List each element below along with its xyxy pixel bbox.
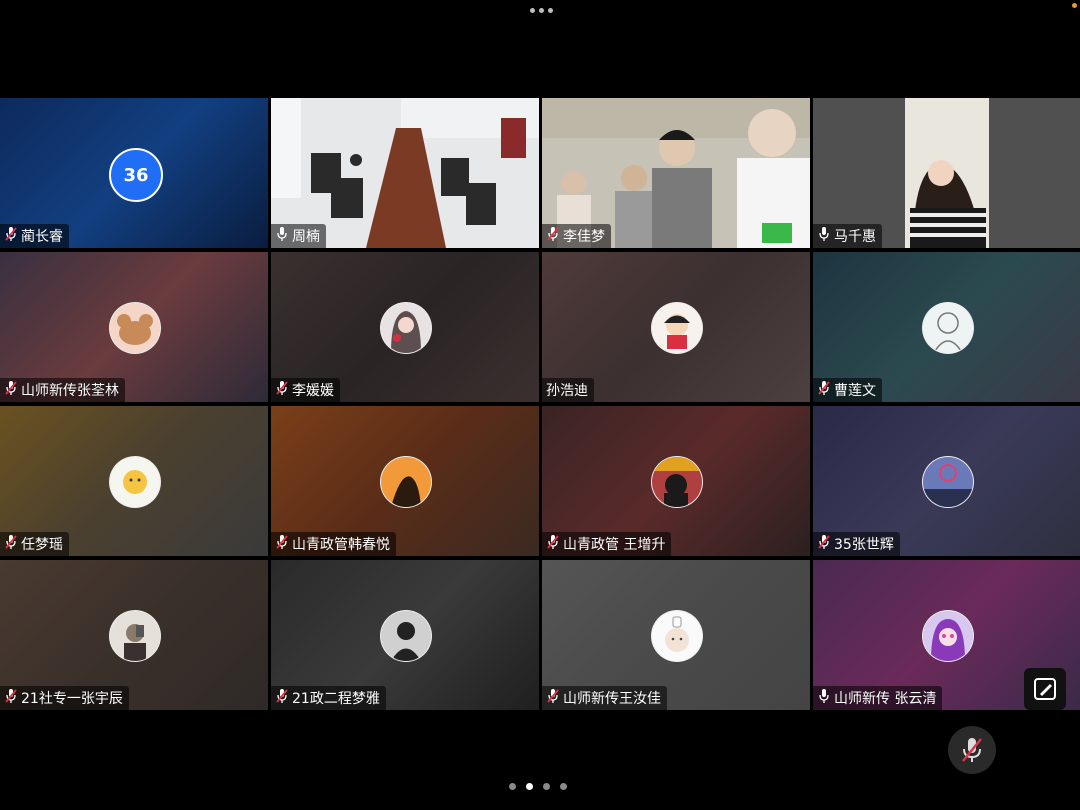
participant-label: 马千惠 [813, 224, 882, 248]
mic-muted-icon [546, 688, 560, 708]
participant-tile[interactable]: 35张世辉 [813, 406, 1080, 556]
participant-label: 山师新传张荃林 [0, 378, 125, 402]
participant-tile[interactable]: 山青政管 王增升 [542, 406, 810, 556]
avatar [651, 610, 703, 662]
more-options-icon[interactable] [530, 8, 553, 13]
participant-label: 周楠 [271, 224, 326, 248]
participant-name: 曹莲文 [834, 383, 876, 399]
participant-tile[interactable]: 李佳梦 [542, 98, 810, 248]
page-dot[interactable] [560, 783, 567, 790]
mute-button[interactable] [948, 726, 996, 774]
participant-name: 孙浩迪 [546, 383, 588, 399]
mic-muted-icon [817, 534, 831, 554]
mic-muted-icon [546, 534, 560, 554]
participant-name: 周楠 [292, 229, 320, 245]
avatar [109, 456, 161, 508]
mic-muted-icon [4, 534, 18, 554]
participant-tile[interactable]: 山师新传王汝佳 [542, 560, 810, 710]
participant-name: 马千惠 [834, 229, 876, 245]
participant-label: 李媛媛 [271, 378, 340, 402]
mic-muted-icon [275, 380, 289, 400]
avatar [380, 302, 432, 354]
participant-name: 山青政管韩春悦 [292, 537, 390, 553]
avatar [109, 302, 161, 354]
avatar [922, 302, 974, 354]
participant-label: 孙浩迪 [542, 378, 594, 402]
status-dot [1072, 3, 1077, 8]
avatar [109, 610, 161, 662]
participant-label: 21社专一张宇辰 [0, 686, 129, 710]
participant-name: 21社专一张宇辰 [21, 691, 123, 707]
participant-label: 任梦瑶 [0, 532, 69, 556]
participant-tile[interactable]: 山师新传张荃林 [0, 252, 268, 402]
avatar [380, 610, 432, 662]
participant-name: 35张世辉 [834, 537, 894, 553]
participant-tile[interactable]: 孙浩迪 [542, 252, 810, 402]
avatar: 36 [109, 148, 163, 202]
participant-name: 山师新传 张云清 [834, 691, 937, 707]
participant-label: 山师新传王汝佳 [542, 686, 667, 710]
participant-tile[interactable]: 21社专一张宇辰 [0, 560, 268, 710]
participant-tile[interactable]: 周楠 [271, 98, 539, 248]
edit-icon [1034, 678, 1056, 700]
mic-muted-icon [817, 380, 831, 400]
mic-muted-icon [546, 226, 560, 246]
participant-name: 21政二程梦雅 [292, 691, 380, 707]
participant-name: 山师新传王汝佳 [563, 691, 661, 707]
mic-muted-icon [275, 534, 289, 554]
page-indicator[interactable] [509, 783, 567, 790]
mic-muted-icon [275, 688, 289, 708]
avatar [651, 302, 703, 354]
participant-label: 李佳梦 [542, 224, 611, 248]
mic-icon [817, 688, 831, 708]
edit-button[interactable] [1024, 668, 1066, 710]
participant-name: 任梦瑶 [21, 537, 63, 553]
mic-muted-icon [4, 380, 18, 400]
participant-tile[interactable]: 21政二程梦雅 [271, 560, 539, 710]
mic-icon [275, 226, 289, 246]
page-dot[interactable] [526, 783, 533, 790]
participant-tile[interactable]: 山青政管韩春悦 [271, 406, 539, 556]
participant-label: 山师新传 张云清 [813, 686, 943, 710]
participant-tile[interactable]: 36 蔺长睿 [0, 98, 268, 248]
mic-muted-icon [4, 226, 18, 246]
participant-label: 山青政管韩春悦 [271, 532, 396, 556]
participant-tile[interactable]: 任梦瑶 [0, 406, 268, 556]
page-dot[interactable] [509, 783, 516, 790]
participant-grid: 36 蔺长睿 周楠 李佳梦 马千惠 山师新传张荃林 李媛媛 孙浩迪 曹莲文 任梦瑶 山青政管韩春悦山… [0, 98, 1080, 712]
participant-name: 山师新传张荃林 [21, 383, 119, 399]
mic-muted-icon [4, 688, 18, 708]
participant-tile[interactable]: 曹莲文 [813, 252, 1080, 402]
avatar [651, 456, 703, 508]
participant-label: 曹莲文 [813, 378, 882, 402]
avatar [922, 610, 974, 662]
participant-label: 山青政管 王增升 [542, 532, 672, 556]
page-dot[interactable] [543, 783, 550, 790]
participant-name: 李媛媛 [292, 383, 334, 399]
participant-tile[interactable]: 李媛媛 [271, 252, 539, 402]
participant-name: 蔺长睿 [21, 229, 63, 245]
mic-icon [817, 226, 831, 246]
avatar [922, 456, 974, 508]
mic-muted-icon [962, 738, 982, 762]
participant-tile[interactable]: 马千惠 [813, 98, 1080, 248]
participant-name: 山青政管 王增升 [563, 537, 666, 553]
avatar [380, 456, 432, 508]
participant-label: 蔺长睿 [0, 224, 69, 248]
participant-name: 李佳梦 [563, 229, 605, 245]
participant-label: 35张世辉 [813, 532, 900, 556]
participant-label: 21政二程梦雅 [271, 686, 386, 710]
